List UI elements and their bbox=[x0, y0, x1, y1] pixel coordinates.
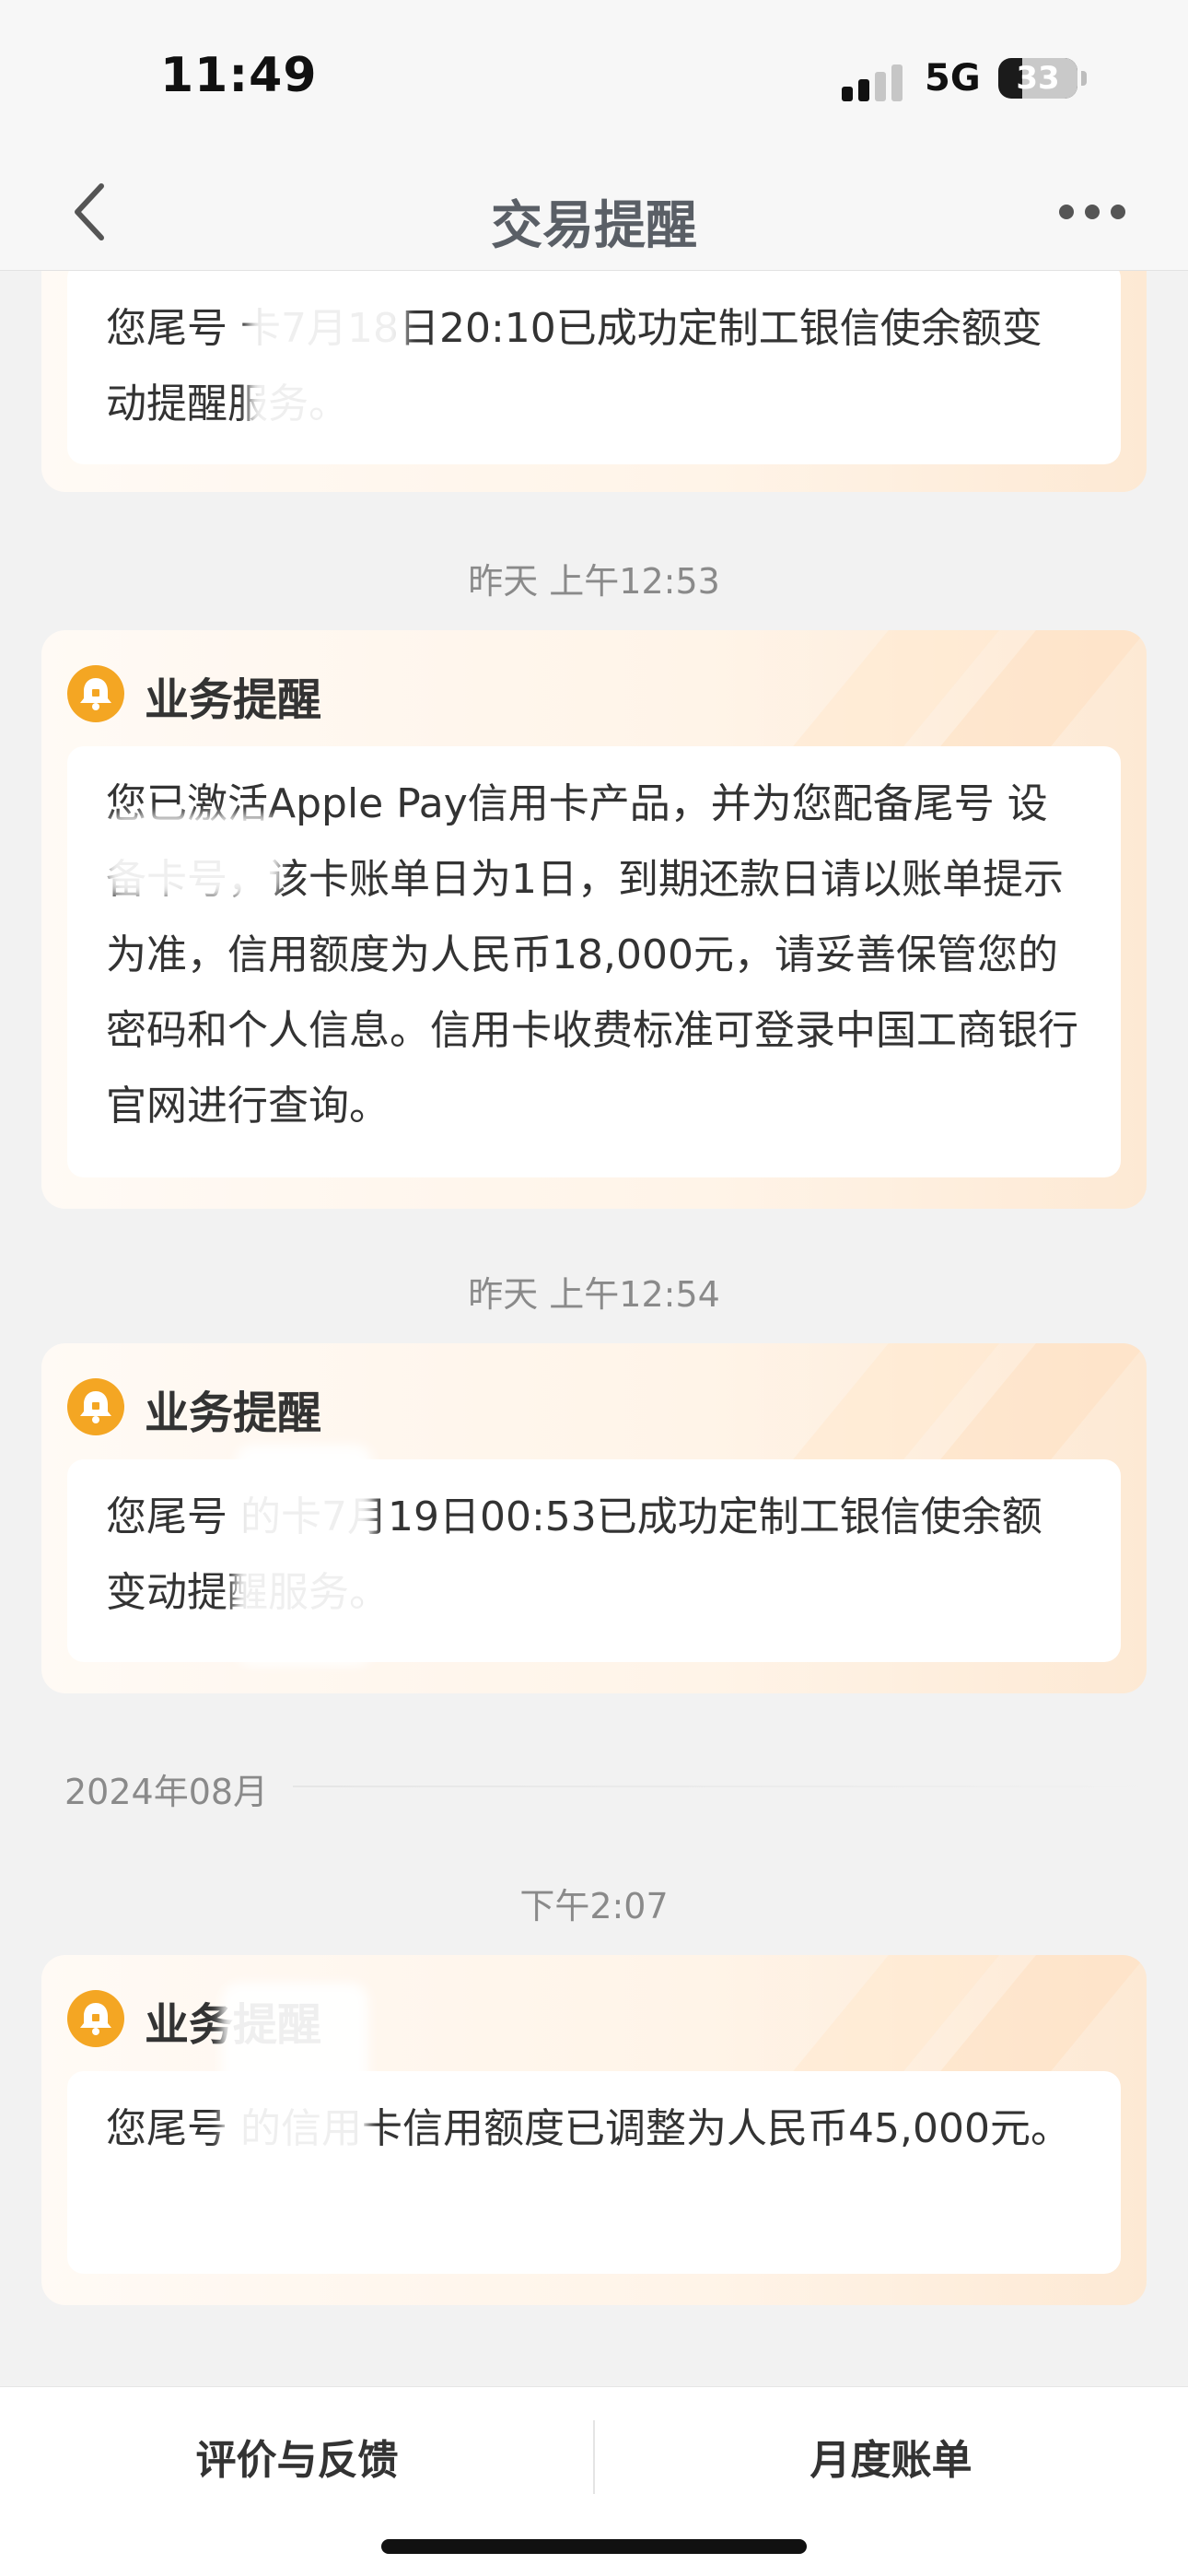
redacted-area bbox=[249, 271, 405, 446]
bell-icon bbox=[67, 1990, 124, 2047]
status-time: 11:49 bbox=[160, 48, 318, 103]
message-card: 业务提醒 您尾号 的信用卡信用额度已调整为人民币45,000元。 bbox=[41, 1955, 1147, 2305]
timestamp: 昨天 上午12:53 bbox=[468, 561, 720, 602]
page-title: 交易提醒 bbox=[491, 196, 697, 256]
message-body: 您尾号 卡7月18日20:10已成功定制工银信使余额变动提醒服务。 bbox=[67, 271, 1121, 464]
more-dots-icon[interactable] bbox=[1046, 184, 1138, 240]
message-card: 您尾号 卡7月18日20:10已成功定制工银信使余额变动提醒服务。 bbox=[41, 271, 1147, 492]
status-bar: 11:49 5G 33 bbox=[0, 0, 1188, 157]
message-body: 您尾号 的卡7月19日00:53已成功定制工银信使余额变动提醒服务。 bbox=[67, 1459, 1121, 1662]
home-indicator[interactable] bbox=[381, 2539, 807, 2554]
message-card: 业务提醒 您尾号 的卡7月19日00:53已成功定制工银信使余额变动提醒服务。 bbox=[41, 1343, 1147, 1693]
card-title: 业务提醒 bbox=[145, 1388, 322, 1439]
network-type: 5G bbox=[925, 57, 981, 100]
screen: 11:49 5G 33 交易提醒 您尾号 卡7月18日20:10已成功定制工银信… bbox=[0, 0, 1188, 2576]
message-list[interactable]: 您尾号 卡7月18日20:10已成功定制工银信使余额变动提醒服务。 昨天 上午1… bbox=[0, 271, 1188, 2386]
battery-icon: 33 bbox=[998, 58, 1077, 99]
battery-percent: 33 bbox=[1016, 60, 1060, 97]
redacted-area bbox=[221, 1983, 368, 2213]
timestamp: 昨天 上午12:54 bbox=[468, 1274, 720, 1315]
battery-nub bbox=[1081, 71, 1087, 86]
redacted-area bbox=[235, 1445, 373, 1666]
monthly-bill-button[interactable]: 月度账单 bbox=[594, 2415, 1188, 2507]
month-divider bbox=[293, 1786, 1170, 1787]
cellular-signal-icon bbox=[842, 64, 903, 101]
message-card: 业务提醒 您已激活Apple Pay信用卡产品，并为您配备尾号 设备卡号，该卡账… bbox=[41, 630, 1147, 1209]
card-title: 业务提醒 bbox=[145, 674, 322, 726]
feedback-button[interactable]: 评价与反馈 bbox=[0, 2415, 594, 2507]
bell-icon bbox=[67, 665, 124, 722]
timestamp: 下午2:07 bbox=[519, 1886, 669, 1926]
redacted-area bbox=[106, 814, 281, 897]
nav-bar: 交易提醒 bbox=[0, 157, 1188, 271]
bell-icon bbox=[67, 1378, 124, 1435]
message-body: 您已激活Apple Pay信用卡产品，并为您配备尾号 设备卡号，该卡账单日为1日… bbox=[67, 746, 1121, 1177]
month-separator: 2024年08月 bbox=[64, 1772, 269, 1812]
